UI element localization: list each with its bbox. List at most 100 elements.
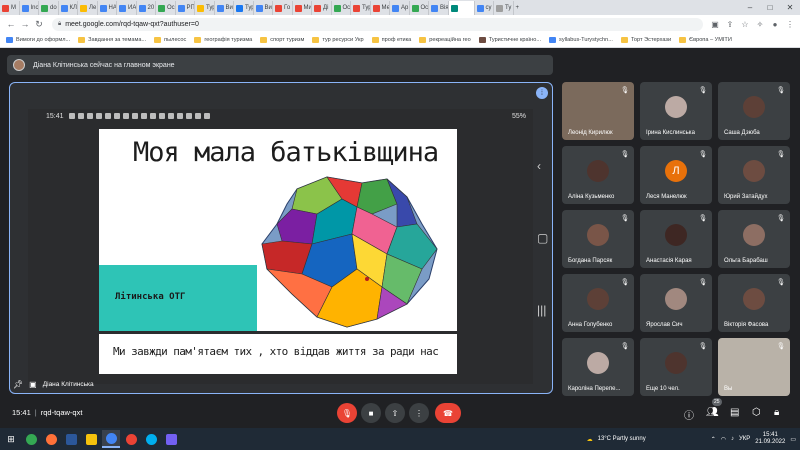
- bookmark-item[interactable]: проф етика: [371, 37, 411, 43]
- new-tab-button[interactable]: +: [514, 1, 526, 15]
- more-options-button[interactable]: ⋮: [409, 403, 429, 423]
- forward-icon[interactable]: →: [18, 19, 32, 29]
- leave-call-button[interactable]: ☎︎: [435, 403, 461, 423]
- camera-icon[interactable]: ▣: [709, 20, 721, 29]
- participant-tile[interactable]: 🎙︎ Богдана Парсяк: [562, 210, 634, 268]
- browser-tab[interactable]: M: [0, 1, 20, 15]
- browser-tab[interactable]: Ме: [371, 1, 390, 15]
- browser-tab[interactable]: Ос: [156, 1, 176, 15]
- participant-tile[interactable]: 🎙︎ Ярослав Сич: [640, 274, 712, 332]
- bookmark-item[interactable]: Європа – УМІТИ: [679, 37, 732, 43]
- pin-presentation-icon[interactable]: 📌︎: [13, 380, 23, 389]
- chrome-taskbar-icon[interactable]: [22, 430, 40, 448]
- mic-off-button[interactable]: 🎙︎: [337, 403, 357, 423]
- bookmark-item[interactable]: Вимоги до оформл...: [6, 37, 70, 43]
- lock-controls-icon[interactable]: 🔒︎: [774, 407, 779, 418]
- browser-tab[interactable]: су: [475, 1, 494, 15]
- recents-icon[interactable]: |||: [537, 303, 546, 317]
- participant-tile[interactable]: 🎙︎ Ірина Кислинська: [640, 82, 712, 140]
- browser-tab[interactable]: Ар: [390, 1, 410, 15]
- minimize-icon[interactable]: –: [740, 0, 760, 15]
- participant-tile[interactable]: 🎙︎ Вікторія Фасова: [718, 274, 790, 332]
- browser-tab[interactable]: do: [39, 1, 59, 15]
- participant-tile[interactable]: 🎙︎ Леонід Кирилюк: [562, 82, 634, 140]
- browser-tab[interactable]: РП: [176, 1, 195, 15]
- menu-icon[interactable]: ⋮: [784, 20, 796, 29]
- browser-tab[interactable]: НА: [98, 1, 117, 15]
- muted-mic-icon: 🎙︎: [698, 215, 707, 222]
- participant-tile[interactable]: 🎙︎ Юрий Затайдух: [718, 146, 790, 204]
- browser-tab[interactable]: Inc: [20, 1, 39, 15]
- share-icon[interactable]: ⇪: [724, 20, 736, 29]
- word-taskbar-icon[interactable]: [62, 430, 80, 448]
- presentation-stage[interactable]: 15:41 55% Моя мала батьківщина Літинська…: [9, 82, 553, 394]
- participant-tile[interactable]: 🎙︎ Саша Дзюба: [718, 82, 790, 140]
- profile-icon[interactable]: ●: [769, 20, 781, 29]
- browser-tab[interactable]: Ді: [312, 1, 332, 15]
- language-indicator[interactable]: УКР: [739, 436, 750, 442]
- firefox-taskbar-icon[interactable]: [42, 430, 60, 448]
- browser-tab[interactable]: Ту: [494, 1, 514, 15]
- notifications-icon[interactable]: ▭: [790, 436, 796, 443]
- info-icon[interactable]: ⓘ: [684, 407, 694, 422]
- viber-taskbar-icon[interactable]: [162, 430, 180, 448]
- browser-tab[interactable]: ИА: [117, 1, 137, 15]
- browser-tab[interactable]: Ви: [215, 1, 234, 15]
- volume-icon[interactable]: ♪: [731, 436, 734, 442]
- browser-tab[interactable]: Ви: [254, 1, 273, 15]
- bookmark-item[interactable]: syllabus-Turystychn...: [549, 37, 613, 43]
- bookmark-item[interactable]: географія туризма: [194, 37, 252, 43]
- back-chevron-icon[interactable]: ‹: [537, 159, 541, 173]
- skype-taskbar-icon[interactable]: [142, 430, 160, 448]
- chat-icon[interactable]: ▤: [730, 407, 739, 418]
- activities-icon[interactable]: ⬡: [752, 407, 761, 418]
- close-icon[interactable]: ✕: [780, 0, 800, 15]
- start-button[interactable]: ⊞: [2, 430, 20, 448]
- browser-tab[interactable]: 20: [137, 1, 156, 15]
- browser-tab[interactable]: [448, 1, 475, 15]
- participant-tile[interactable]: 🎙︎ Вы: [718, 338, 790, 396]
- people-icon[interactable]: 👥︎: [706, 407, 719, 418]
- browser-tab[interactable]: Тур: [234, 1, 254, 15]
- bookmark-item[interactable]: Торт Эстерхази: [620, 37, 671, 43]
- home-icon[interactable]: ▢: [537, 231, 548, 245]
- browser-tab[interactable]: Ле: [78, 1, 98, 15]
- star-icon[interactable]: ☆: [739, 20, 751, 29]
- participant-tile[interactable]: 🎙︎ Еще 10 чел.: [640, 338, 712, 396]
- bookmark-item[interactable]: пылесос: [154, 37, 186, 43]
- browser-tab[interactable]: Ос: [410, 1, 429, 15]
- bookmark-item[interactable]: тур ресурси Укр: [312, 37, 364, 43]
- participant-tile[interactable]: 🎙︎ Аліна Кузьменко: [562, 146, 634, 204]
- browser-tab[interactable]: Тур: [195, 1, 215, 15]
- wifi-icon[interactable]: ◠: [721, 436, 726, 443]
- clock[interactable]: 15:41 21.09.2022: [755, 432, 785, 446]
- browser-tab[interactable]: Вія: [429, 1, 449, 15]
- reload-icon[interactable]: ↻: [32, 19, 46, 30]
- chrome-active-taskbar-icon[interactable]: [102, 430, 120, 448]
- participant-tile[interactable]: Л 🎙︎ Леся Манелюк: [640, 146, 712, 204]
- participant-tile[interactable]: 🎙︎ Анастасія Карая: [640, 210, 712, 268]
- back-icon[interactable]: ←: [4, 19, 18, 29]
- weather-text[interactable]: 13°C Partly sunny: [598, 436, 646, 442]
- browser-tab[interactable]: Ми: [293, 1, 312, 15]
- bookmark-item[interactable]: Завдання за темама...: [78, 37, 146, 43]
- maximize-icon[interactable]: □: [760, 0, 780, 15]
- participant-tile[interactable]: 🎙︎ Анна Голубенко: [562, 274, 634, 332]
- chrome-profile-taskbar-icon[interactable]: [122, 430, 140, 448]
- participant-tile[interactable]: 🎙︎ Ольга Барабаш: [718, 210, 790, 268]
- url-input[interactable]: 🔒︎ meet.google.com/rqd-tqaw-qxt?authuser…: [52, 17, 703, 31]
- tray-arrow-icon[interactable]: ⌃: [711, 436, 716, 443]
- bookmark-item[interactable]: спорт туризм: [260, 37, 304, 43]
- participant-tile[interactable]: 🎙︎ Кароліна Перепе...: [562, 338, 634, 396]
- pin-icon[interactable]: ⁞: [536, 87, 548, 99]
- file-explorer-icon[interactable]: [82, 430, 100, 448]
- present-button[interactable]: ⇧: [385, 403, 405, 423]
- browser-tab[interactable]: Ос: [332, 1, 351, 15]
- browser-tab[interactable]: Тур: [351, 1, 371, 15]
- extensions-icon[interactable]: ✧: [754, 20, 766, 29]
- browser-tab[interactable]: Го: [273, 1, 293, 15]
- camera-button[interactable]: ■: [361, 403, 381, 423]
- bookmark-item[interactable]: Туристичне країно...: [478, 37, 541, 43]
- bookmark-item[interactable]: рекреаційна гео: [419, 37, 471, 43]
- browser-tab[interactable]: КЛ: [59, 1, 78, 15]
